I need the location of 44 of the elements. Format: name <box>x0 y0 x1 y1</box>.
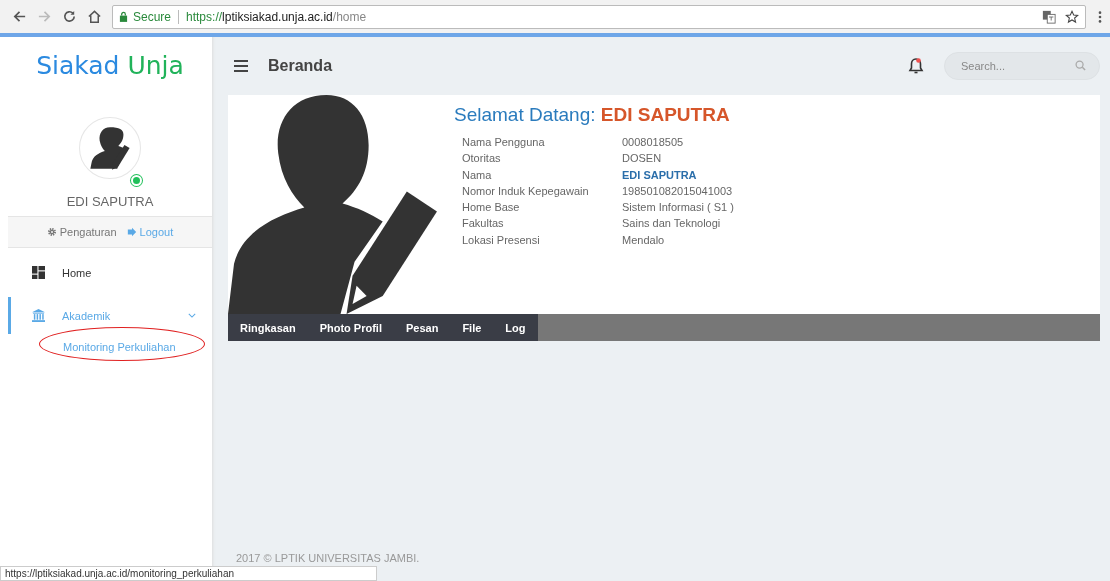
bank-icon <box>32 309 45 322</box>
settings-link[interactable]: Pengaturan <box>46 226 117 238</box>
translate-icon[interactable] <box>1042 9 1056 24</box>
notification-bell-icon[interactable] <box>908 57 924 75</box>
gear-icon <box>46 227 57 237</box>
dashboard-icon <box>32 266 45 279</box>
footer-text: 2017 © LPTIK UNIVERSITAS JAMBI. <box>235 552 421 564</box>
field-label: Nomor Induk Kepegawain <box>462 183 590 199</box>
page-title: Beranda <box>268 57 334 75</box>
address-bar[interactable]: Secure https://lptiksiakad.unja.ac.id/home <box>112 4 1086 29</box>
logo[interactable]: Siakad Unja <box>8 37 212 97</box>
field-value: Sistem Informasi ( S1 ) <box>622 200 734 216</box>
logout-icon <box>126 227 137 237</box>
field-value: DOSEN <box>622 151 663 167</box>
profile-tab[interactable]: File <box>450 314 494 341</box>
field-value: 0008018505 <box>622 135 685 150</box>
status-url: https://lptiksiakad.unja.ac.id/monitoring_perkuliahan <box>0 566 377 581</box>
menu-item[interactable]: Home <box>8 254 212 291</box>
lock-icon <box>119 11 128 22</box>
menu-icon[interactable] <box>234 60 248 72</box>
avatar-icon <box>79 117 141 179</box>
profile-tab[interactable]: Pesan <box>393 314 451 341</box>
field-value: EDI SAPUTRA <box>622 167 698 183</box>
field-value: Sains dan Teknologi <box>622 216 722 232</box>
home-icon[interactable] <box>87 9 102 24</box>
menu-icon[interactable] <box>1098 9 1102 24</box>
field-label: Nama <box>462 167 493 183</box>
profile-tab[interactable]: Ringkasan <box>228 314 308 341</box>
welcome-heading: Selamat Datang: EDI SAPUTRA <box>454 104 731 126</box>
field-label: Lokasi Presensi <box>462 232 541 248</box>
profile-tab[interactable]: Log <box>493 314 538 341</box>
field-value: 198501082015041003 <box>622 183 734 199</box>
field-value: Mendalo <box>622 232 666 248</box>
back-icon[interactable] <box>12 9 27 24</box>
field-label: Nama Pengguna <box>462 135 546 150</box>
field-label: Otoritas <box>462 151 502 167</box>
field-label: Fakultas <box>462 216 505 232</box>
url-text: https://lptiksiakad.unja.ac.id/home <box>186 9 368 24</box>
reload-icon[interactable] <box>62 9 77 24</box>
search-field[interactable]: Search... <box>944 52 1100 80</box>
star-icon[interactable] <box>1065 9 1079 24</box>
profile-tab[interactable]: Photo Profil <box>307 314 394 341</box>
secure-label: Secure <box>133 9 172 24</box>
field-label: Home Base <box>462 200 521 216</box>
